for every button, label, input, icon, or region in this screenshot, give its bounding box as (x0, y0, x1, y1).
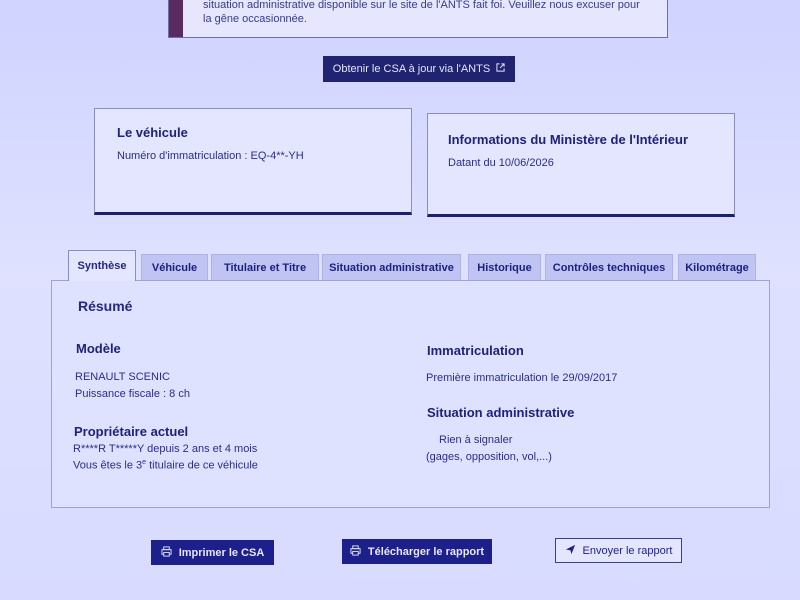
summary-title: Résumé (78, 298, 133, 314)
owner-value: R****R T*****Y depuis 2 ans et 4 mois (73, 443, 258, 455)
owner-rank: Vous êtes le 3e titulaire de ce véhicule (73, 459, 258, 472)
model-heading: Modèle (76, 341, 121, 356)
send-report-button[interactable]: Envoyer le rapport (555, 538, 682, 563)
owner-rank-post: titulaire de ce véhicule (146, 459, 258, 472)
ministry-card-title: Informations du Ministère de l'Intérieur (448, 132, 689, 147)
fiscal-power: Puissance fiscale : 8 ch (75, 388, 190, 400)
tab-titulaire-titre[interactable]: Titulaire et Titre (211, 254, 319, 280)
download-report-button[interactable]: Télécharger le rapport (342, 539, 492, 564)
admin-heading: Situation administrative (427, 405, 575, 420)
info-notice: situation administrative disponible sur … (168, 0, 668, 38)
admin-detail: (gages, opposition, vol,...) (426, 451, 552, 463)
download-report-label: Télécharger le rapport (367, 545, 485, 558)
tab-synthese[interactable]: Synthèse (68, 250, 136, 281)
print-csa-button[interactable]: Imprimer le CSA (151, 540, 274, 565)
admin-status: Rien à signaler (439, 434, 513, 446)
vehicle-card: Le véhicule Numéro d'immatriculation : E… (94, 108, 412, 215)
owner-heading: Propriétaire actuel (74, 424, 189, 439)
external-link-icon (496, 63, 505, 75)
notice-text-line2: la gêne occasionnée. (203, 13, 307, 25)
send-report-label: Envoyer le rapport (582, 544, 673, 557)
print-csa-label: Imprimer le CSA (178, 546, 265, 559)
ministry-date: Datant du 10/06/2026 (448, 157, 554, 169)
printer-icon (350, 544, 361, 559)
ministry-card: Informations du Ministère de l'Intérieur… (427, 113, 735, 217)
model-value: RENAULT SCENIC (75, 371, 170, 383)
notice-text-line1: situation administrative disponible sur … (203, 0, 640, 11)
plate-number: Numéro d'immatriculation : EQ-4**-YH (117, 150, 304, 162)
printer-icon (161, 545, 172, 560)
get-csa-button[interactable]: Obtenir le CSA à jour via l'ANTS (323, 56, 515, 82)
tab-kilometrage[interactable]: Kilométrage (678, 254, 756, 280)
tab-historique[interactable]: Historique (468, 254, 541, 280)
tab-vehicule[interactable]: Véhicule (141, 254, 208, 280)
tab-controles-techniques[interactable]: Contrôles techniques (545, 254, 673, 280)
send-icon (565, 544, 576, 558)
registration-heading: Immatriculation (427, 343, 524, 358)
notice-accent-bar (169, 0, 183, 37)
vehicle-card-title: Le véhicule (117, 125, 188, 140)
owner-rank-pre: Vous êtes le 3 (73, 459, 143, 472)
first-registration-date: 29/09/2017 (562, 372, 618, 384)
get-csa-label: Obtenir le CSA à jour via l'ANTS (332, 63, 491, 75)
first-registration-label: Première immatriculation le (426, 372, 563, 384)
first-registration: Première immatriculation le 29/09/2017 (426, 372, 617, 384)
page: situation administrative disponible sur … (0, 0, 800, 600)
tab-situation-administrative[interactable]: Situation administrative (322, 254, 461, 280)
